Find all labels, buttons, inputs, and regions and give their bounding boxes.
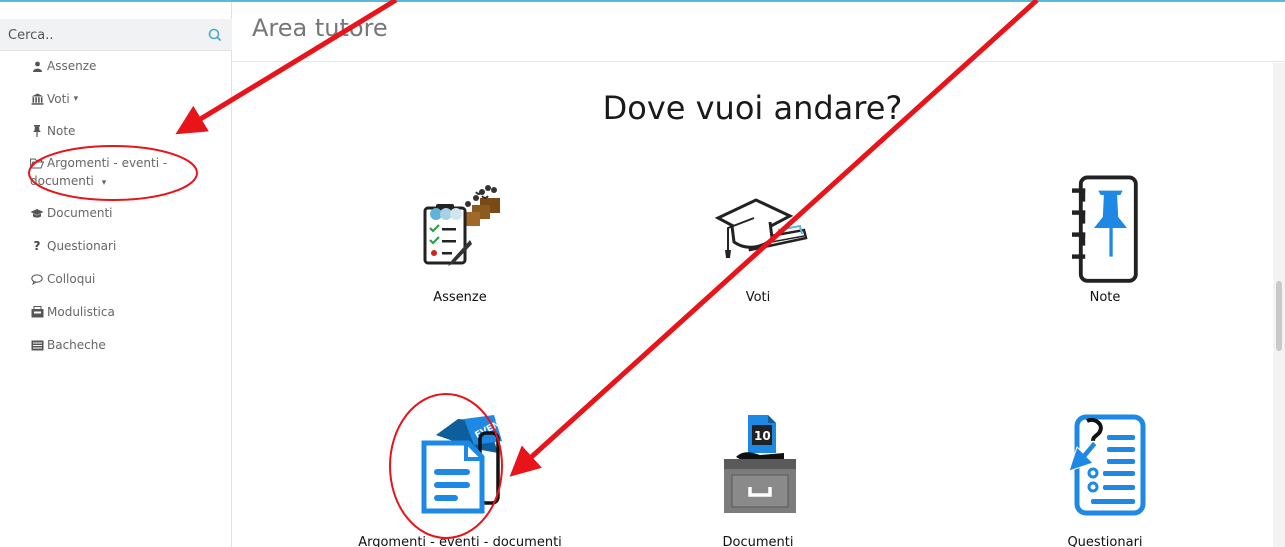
main-content: Dove vuoi andare? Assenze Voti Note EVEN… — [232, 63, 1273, 547]
event-document-icon: EVENT — [421, 415, 508, 514]
page-title: Area tutore — [252, 14, 388, 42]
notebook-pin-icon — [1072, 175, 1138, 283]
sidebar-item-questionari[interactable]: ? Questionari — [30, 239, 117, 253]
pin-icon — [30, 124, 44, 138]
questionnaire-icon — [1068, 414, 1146, 516]
tile-assenze[interactable]: Assenze — [340, 178, 580, 308]
sidebar-item-label: Note — [47, 124, 76, 138]
sidebar-item-note[interactable]: Note — [30, 124, 75, 138]
sidebar-item-colloqui[interactable]: Colloqui — [30, 272, 95, 286]
sidebar-item-bacheche[interactable]: Bacheche — [30, 338, 106, 352]
tile-label: Questionari — [1067, 535, 1143, 547]
caret-down-icon: ▾ — [101, 178, 107, 188]
scrollbar-thumb[interactable] — [1276, 281, 1282, 351]
sidebar-item-label: Modulistica — [47, 305, 115, 319]
vertical-scrollbar[interactable] — [1273, 63, 1285, 547]
tile-label: Argomenti - eventi - documenti — [358, 535, 562, 547]
document-drawer-icon: 10 — [724, 415, 796, 513]
sidebar: Assenze Voti ▾ Note Argomenti - eventi -… — [0, 2, 232, 547]
tile-documenti[interactable]: 10 Documenti — [638, 413, 878, 547]
sidebar-item-label: Colloqui — [47, 272, 96, 286]
sidebar-item-label: Bacheche — [47, 338, 106, 352]
sidebar-item-argomenti[interactable]: Argomenti - eventi - documenti ▾ — [30, 154, 200, 192]
sidebar-item-documenti[interactable]: Documenti — [30, 206, 113, 220]
board-icon — [30, 338, 44, 352]
bank-icon — [30, 92, 44, 106]
sidebar-item-voti[interactable]: Voti ▾ — [30, 92, 78, 106]
tile-questionari[interactable]: Questionari — [985, 413, 1225, 547]
search-input[interactable] — [0, 19, 200, 51]
document-stack-icon — [30, 305, 44, 319]
search-box — [0, 19, 232, 51]
sidebar-item-label: Voti — [47, 92, 70, 106]
sidebar-item-label: Assenze — [47, 59, 97, 73]
user-icon — [30, 59, 44, 73]
caret-down-icon: ▾ — [73, 94, 79, 104]
tile-argomenti[interactable]: EVENT Argomenti - eventi - documenti — [340, 413, 580, 547]
folder-open-icon — [30, 157, 44, 171]
sidebar-item-label: Questionari — [47, 239, 117, 253]
page-header: Area tutore — [232, 2, 1285, 62]
sidebar-item-label: Argomenti - eventi - documenti — [30, 156, 168, 188]
tile-label: Voti — [745, 290, 771, 305]
tile-label: Documenti — [722, 535, 794, 547]
tile-note[interactable]: Note — [985, 173, 1225, 308]
svg-text:10: 10 — [754, 429, 771, 443]
question-icon: ? — [33, 239, 41, 253]
sidebar-item-assenze[interactable]: Assenze — [30, 59, 96, 73]
sidebar-item-modulistica[interactable]: Modulistica — [30, 305, 115, 319]
tile-voti[interactable]: Voti — [638, 178, 878, 308]
graduation-cap-icon — [30, 206, 44, 220]
attendance-clipboard-icon — [423, 185, 500, 266]
tile-label: Note — [1089, 290, 1121, 305]
sidebar-item-label: Documenti — [47, 206, 113, 220]
search-icon[interactable] — [207, 26, 223, 44]
graduation-cap-diploma-icon — [714, 198, 808, 258]
tile-label: Assenze — [433, 290, 487, 305]
chat-icon — [30, 272, 44, 286]
main-question: Dove vuoi andare? — [602, 89, 903, 127]
